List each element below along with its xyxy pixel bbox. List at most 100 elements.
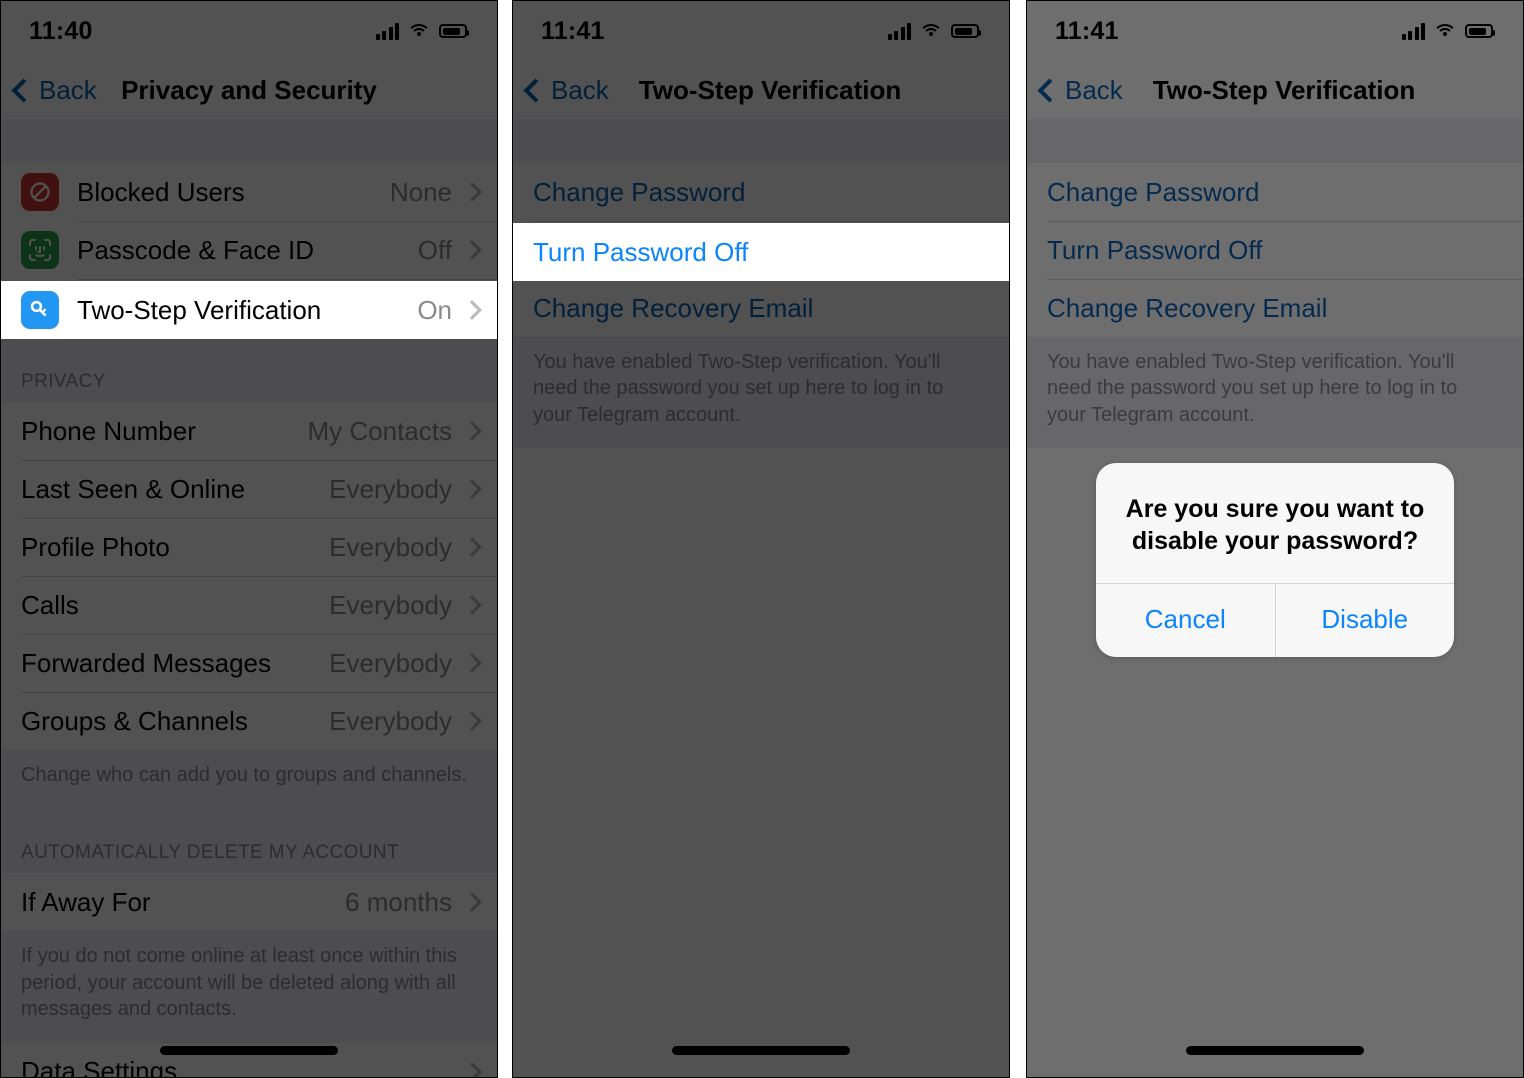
chevron-right-icon [462, 1061, 482, 1077]
privacy-section-header: PRIVACY [1, 337, 497, 402]
back-label: Back [1065, 74, 1123, 105]
block-icon [21, 173, 59, 211]
home-indicator[interactable] [160, 1046, 338, 1055]
list-item-if-away-for[interactable]: If Away For 6 months [1, 873, 497, 932]
list-item-label: Data Settings [21, 1056, 178, 1078]
list-item-forwarded-messages[interactable]: Forwarded Messages Everybody [1, 634, 497, 692]
status-bar-2: 11:41 [513, 1, 1009, 61]
two-step-footer: You have enabled Two-Step verification. … [1027, 337, 1523, 449]
list-item-label: Blocked Users [77, 176, 245, 207]
signal-bars-icon [375, 22, 399, 40]
list-item-groups-channels[interactable]: Groups & Channels Everybody [1, 692, 497, 750]
chevron-left-icon [11, 78, 36, 103]
status-icons [1401, 22, 1495, 40]
wifi-icon [919, 23, 943, 39]
battery-icon [1465, 24, 1495, 38]
chevron-left-icon [523, 78, 548, 103]
scroll-area-1[interactable]: Blocked Users None Passcode & Face ID Of… [1, 119, 497, 1077]
phone-screen-disable-password-alert: 11:41 Back Two-Step Verification Change … [1026, 0, 1524, 1078]
cancel-button[interactable]: Cancel [1096, 584, 1275, 657]
battery-icon [439, 24, 469, 38]
key-icon [21, 291, 59, 329]
battery-icon [951, 24, 981, 38]
status-icons [375, 22, 469, 40]
highlight-two-step-verification[interactable]: Two-Step Verification On [1, 281, 497, 339]
list-item-value: Everybody [329, 705, 452, 736]
disable-password-alert: Are you sure you want to disable your pa… [1096, 463, 1454, 657]
chevron-right-icon [462, 595, 482, 615]
list-item-label: Groups & Channels [21, 705, 248, 736]
status-icons [887, 22, 981, 40]
phone-screen-two-step-verification: 11:41 Back Two-Step Verification Change … [512, 0, 1010, 1078]
list-item-change-recovery-email[interactable]: Change Recovery Email [513, 279, 1009, 337]
privacy-list: Phone Number My Contacts Last Seen & Onl… [1, 402, 497, 750]
list-item-two-step-verification-highlighted[interactable]: Two-Step Verification On [1, 281, 497, 339]
list-item-label: Turn Password Off [533, 236, 749, 267]
phone-screen-privacy-and-security: 11:40 Back Privacy and Security Blocked … [0, 0, 498, 1078]
list-item-last-seen-online[interactable]: Last Seen & Online Everybody [1, 460, 497, 518]
two-step-footer: You have enabled Two-Step verification. … [513, 337, 1009, 449]
status-bar-3: 11:41 [1027, 1, 1523, 61]
alert-actions: Cancel Disable [1096, 583, 1454, 657]
privacy-section-footer: Change who can add you to groups and cha… [1, 750, 497, 809]
face-id-icon [21, 231, 59, 269]
back-button[interactable]: Back [1, 75, 97, 106]
list-item-label: Change Recovery Email [1047, 292, 1328, 323]
list-item-value: 6 months [345, 886, 452, 917]
list-item-blocked-users[interactable]: Blocked Users None [1, 163, 497, 221]
list-item-label: Forwarded Messages [21, 647, 271, 678]
list-item-phone-number[interactable]: Phone Number My Contacts [1, 402, 497, 460]
chevron-left-icon [1037, 78, 1062, 103]
home-indicator[interactable] [1186, 1046, 1364, 1055]
nav-bar-2: Back Two-Step Verification [513, 61, 1009, 119]
auto-delete-section-footer: If you do not come online at least once … [1, 931, 497, 1043]
two-step-links-list: Change Password Turn Password Off Change… [1027, 163, 1523, 337]
list-item-change-password[interactable]: Change Password [1027, 163, 1523, 221]
auto-delete-section-header: AUTOMATICALLY DELETE MY ACCOUNT [1, 808, 497, 874]
home-indicator[interactable] [672, 1046, 850, 1055]
back-label: Back [39, 74, 97, 105]
status-time: 11:41 [541, 16, 605, 45]
list-item-value: Everybody [329, 589, 452, 620]
chevron-right-icon [462, 421, 482, 441]
list-item-passcode-face-id[interactable]: Passcode & Face ID Off [1, 221, 497, 279]
back-button[interactable]: Back [513, 75, 609, 106]
screen-content-3: 11:41 Back Two-Step Verification Change … [1027, 1, 1523, 1077]
list-item-value: Everybody [329, 647, 452, 678]
list-item-label: Change Password [1047, 176, 1260, 207]
list-top-gap [1, 119, 497, 163]
list-item-change-recovery-email[interactable]: Change Recovery Email [1027, 279, 1523, 337]
status-time: 11:41 [1055, 16, 1119, 45]
list-item-value: None [389, 176, 452, 207]
signal-bars-icon [1401, 22, 1425, 40]
chevron-right-icon [462, 711, 482, 731]
auto-delete-list: If Away For 6 months [1, 873, 497, 932]
highlight-turn-password-off[interactable]: Turn Password Off [513, 223, 1009, 281]
disable-button[interactable]: Disable [1274, 584, 1455, 657]
back-label: Back [551, 74, 609, 105]
status-bar-1: 11:40 [1, 1, 497, 61]
list-item-label: Change Recovery Email [533, 292, 814, 323]
nav-bar-3: Back Two-Step Verification [1027, 61, 1523, 119]
list-item-change-password[interactable]: Change Password [513, 163, 1009, 221]
chevron-right-icon [462, 653, 482, 673]
list-item-calls[interactable]: Calls Everybody [1, 576, 497, 634]
screenshot-stage: 11:40 Back Privacy and Security Blocked … [0, 0, 1524, 1078]
list-top-gap [1027, 119, 1523, 163]
chevron-right-icon [462, 537, 482, 557]
wifi-icon [407, 23, 431, 39]
list-item-value: Everybody [329, 473, 452, 504]
chevron-right-icon [462, 240, 482, 260]
list-top-gap [513, 119, 1009, 163]
list-item-value: My Contacts [307, 415, 453, 446]
alert-body: Are you sure you want to disable your pa… [1096, 463, 1454, 583]
signal-bars-icon [887, 22, 911, 40]
list-item-turn-password-off-highlighted[interactable]: Turn Password Off [513, 223, 1009, 281]
chevron-right-icon [462, 182, 482, 202]
back-button[interactable]: Back [1027, 75, 1123, 106]
list-item-turn-password-off[interactable]: Turn Password Off [1027, 221, 1523, 279]
list-item-label: Profile Photo [21, 531, 170, 562]
chevron-right-icon [462, 892, 482, 913]
list-item-label: Phone Number [21, 415, 196, 446]
list-item-profile-photo[interactable]: Profile Photo Everybody [1, 518, 497, 576]
